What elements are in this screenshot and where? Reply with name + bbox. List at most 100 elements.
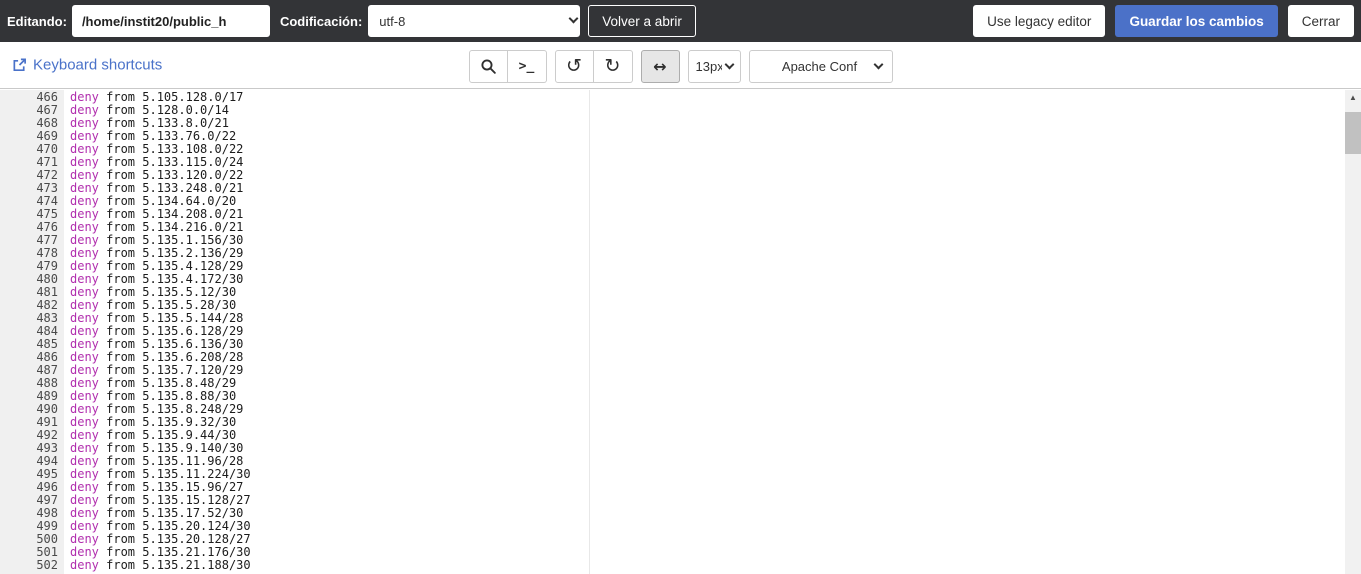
code-line[interactable]: deny from 5.135.4.172/30 [70, 273, 1341, 286]
top-action-bar: Editando: Codificación: utf-8 Volver a a… [0, 0, 1361, 42]
terminal-icon: >_ [518, 59, 535, 74]
code-line[interactable]: deny from 5.135.15.128/27 [70, 494, 1341, 507]
scrollbar-thumb[interactable] [1345, 112, 1361, 154]
code-content[interactable]: deny from 5.105.128.0/17 deny from 5.128.… [70, 91, 1341, 572]
code-line[interactable]: deny from 5.134.216.0/21 [70, 221, 1341, 234]
keyword-token: deny [70, 441, 99, 455]
code-token: from 5.134.216.0/21 [98, 220, 244, 234]
code-line[interactable]: deny from 5.135.6.208/28 [70, 351, 1341, 364]
reopen-button[interactable]: Volver a abrir [588, 5, 696, 37]
keyword-token: deny [70, 558, 99, 572]
code-token: from 5.135.1.156/30 [98, 233, 244, 247]
code-line[interactable]: deny from 5.135.7.120/29 [70, 364, 1341, 377]
code-line[interactable]: deny from 5.135.9.32/30 [70, 416, 1341, 429]
code-line[interactable]: deny from 5.128.0.0/14 [70, 104, 1341, 117]
code-token: from 5.135.8.88/30 [98, 389, 237, 403]
keyword-token: deny [70, 376, 99, 390]
code-line[interactable]: deny from 5.135.17.52/30 [70, 507, 1341, 520]
code-line[interactable]: deny from 5.135.21.176/30 [70, 546, 1341, 559]
keyword-token: deny [70, 493, 99, 507]
close-button[interactable]: Cerrar [1287, 5, 1354, 37]
code-editor[interactable]: 466 467 468 469 470 471 472 473 474 475 476 477 478 4… [0, 90, 1361, 574]
keyword-token: deny [70, 545, 99, 559]
code-line[interactable]: deny from 5.135.5.12/30 [70, 286, 1341, 299]
code-line[interactable]: deny from 5.135.4.128/29 [70, 260, 1341, 273]
font-size-select[interactable]: 13px [687, 50, 741, 83]
redo-button[interactable]: ↻ [593, 50, 633, 83]
code-line[interactable]: deny from 5.133.120.0/22 [70, 169, 1341, 182]
code-line[interactable]: deny from 5.135.9.140/30 [70, 442, 1341, 455]
editing-label: Editando: [7, 13, 67, 29]
code-line[interactable]: deny from 5.135.20.124/30 [70, 520, 1341, 533]
redo-icon: ↻ [604, 55, 621, 77]
code-line[interactable]: deny from 5.135.11.224/30 [70, 468, 1341, 481]
code-token: from 5.135.5.12/30 [98, 285, 237, 299]
code-line[interactable]: deny from 5.133.76.0/22 [70, 130, 1341, 143]
code-token: from 5.135.11.224/30 [98, 467, 251, 481]
goto-line-button[interactable]: >_ [507, 50, 547, 83]
vertical-scrollbar[interactable]: ▲ [1345, 90, 1361, 574]
code-line[interactable]: deny from 5.105.128.0/17 [70, 91, 1341, 104]
wrap-icon: ↔ [653, 56, 667, 76]
code-line[interactable]: deny from 5.135.9.44/30 [70, 429, 1341, 442]
keyword-token: deny [70, 337, 99, 351]
code-token: from 5.135.6.208/28 [98, 350, 244, 364]
code-line[interactable]: deny from 5.135.5.28/30 [70, 299, 1341, 312]
code-token: from 5.105.128.0/17 [98, 90, 244, 104]
code-line[interactable]: deny from 5.135.8.88/30 [70, 390, 1341, 403]
keyword-token: deny [70, 467, 99, 481]
code-token: from 5.128.0.0/14 [98, 103, 229, 117]
code-line[interactable]: deny from 5.134.208.0/21 [70, 208, 1341, 221]
keyword-token: deny [70, 519, 99, 533]
code-line[interactable]: deny from 5.133.115.0/24 [70, 156, 1341, 169]
code-line[interactable]: deny from 5.135.15.96/27 [70, 481, 1341, 494]
keyword-token: deny [70, 90, 99, 104]
code-line[interactable]: deny from 5.133.248.0/21 [70, 182, 1341, 195]
code-line[interactable]: deny from 5.135.6.136/30 [70, 338, 1341, 351]
keyword-token: deny [70, 129, 99, 143]
code-line[interactable]: deny from 5.135.6.128/29 [70, 325, 1341, 338]
code-token: from 5.135.21.176/30 [98, 545, 251, 559]
code-token: from 5.133.120.0/22 [98, 168, 244, 182]
code-token: from 5.135.4.128/29 [98, 259, 244, 273]
syntax-mode-select[interactable]: Apache Conf [748, 50, 893, 83]
code-line[interactable]: deny from 5.133.108.0/22 [70, 143, 1341, 156]
code-token: from 5.135.8.48/29 [98, 376, 237, 390]
line-number: 502 [36, 558, 58, 572]
code-line[interactable]: deny from 5.135.1.156/30 [70, 234, 1341, 247]
keyword-token: deny [70, 259, 99, 273]
code-line[interactable]: deny from 5.135.21.188/30 [70, 559, 1341, 572]
print-margin-ruler [589, 90, 590, 574]
code-line[interactable]: deny from 5.135.11.96/28 [70, 455, 1341, 468]
code-token: from 5.135.11.96/28 [98, 454, 244, 468]
undo-button[interactable]: ↺ [554, 50, 594, 83]
keyword-token: deny [70, 402, 99, 416]
search-button[interactable] [468, 50, 508, 83]
code-token: from 5.133.248.0/21 [98, 181, 244, 195]
file-path-input[interactable] [71, 5, 270, 37]
toggle-wrap-button[interactable]: ↔ [640, 50, 680, 83]
keyword-token: deny [70, 142, 99, 156]
scroll-up-icon: ▲ [1349, 93, 1357, 102]
keyboard-shortcuts-link[interactable]: Keyboard shortcuts [12, 57, 162, 74]
find-group: >_ [468, 50, 547, 83]
keyword-token: deny [70, 207, 99, 221]
external-link-icon [12, 58, 27, 73]
code-line[interactable]: deny from 5.135.20.128/27 [70, 533, 1341, 546]
code-line[interactable]: deny from 5.135.8.48/29 [70, 377, 1341, 390]
code-line[interactable]: deny from 5.135.5.144/28 [70, 312, 1341, 325]
code-line[interactable]: deny from 5.135.8.248/29 [70, 403, 1341, 416]
scroll-up-button[interactable]: ▲ [1345, 90, 1361, 105]
code-token: from 5.135.7.120/29 [98, 363, 244, 377]
code-line[interactable]: deny from 5.133.8.0/21 [70, 117, 1341, 130]
code-line[interactable]: deny from 5.135.2.136/29 [70, 247, 1341, 260]
legacy-editor-button[interactable]: Use legacy editor [973, 5, 1106, 37]
keyword-token: deny [70, 233, 99, 247]
encoding-select[interactable]: utf-8 [368, 5, 581, 37]
keyword-token: deny [70, 220, 99, 234]
keyword-token: deny [70, 454, 99, 468]
save-changes-button[interactable]: Guardar los cambios [1115, 5, 1278, 37]
code-token: from 5.135.4.172/30 [98, 272, 244, 286]
keyword-token: deny [70, 415, 99, 429]
code-line[interactable]: deny from 5.134.64.0/20 [70, 195, 1341, 208]
